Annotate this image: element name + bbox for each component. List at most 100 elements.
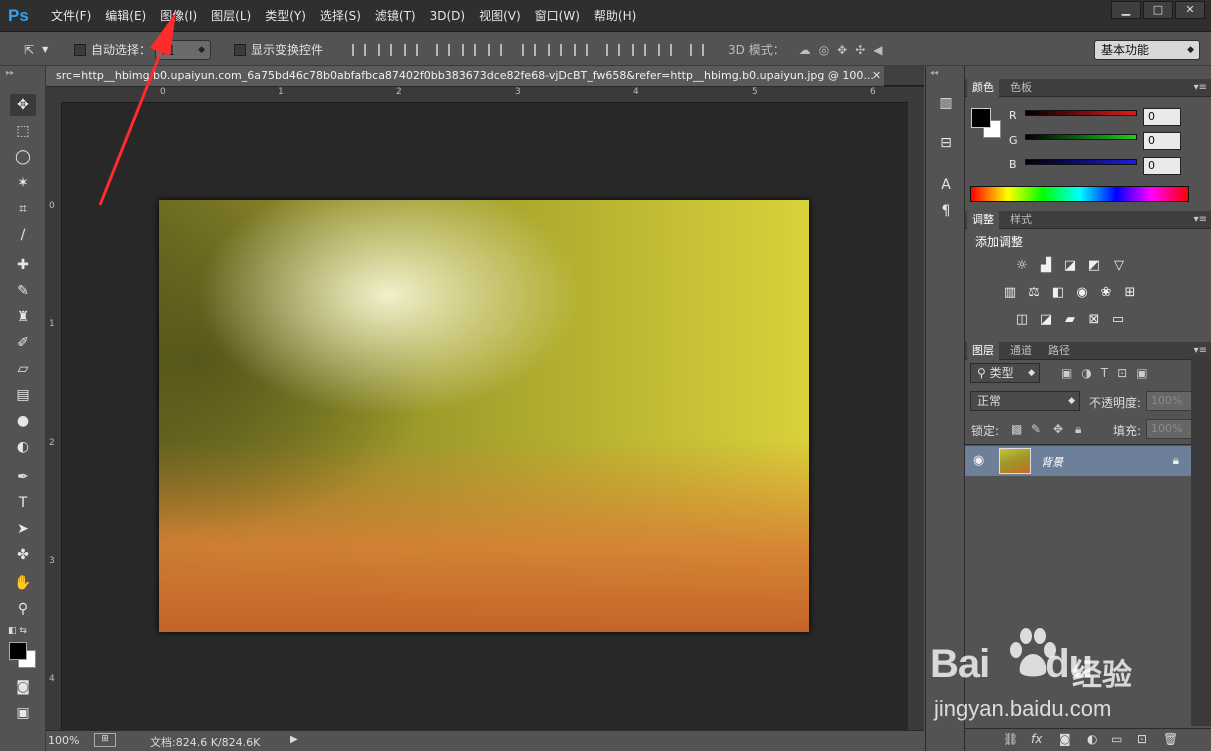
menu-3d[interactable]: 3D(D)	[423, 0, 472, 32]
layer-name[interactable]: 背景	[1041, 454, 1063, 470]
menu-window[interactable]: 窗口(W)	[528, 0, 587, 32]
paragraph-panel-icon[interactable]: ¶	[934, 200, 958, 222]
lock-all-icon[interactable]: 🔒︎	[1075, 422, 1081, 437]
image-canvas[interactable]	[159, 200, 809, 632]
brightness-icon[interactable]: ☼	[1013, 258, 1031, 274]
align-bottom-icon[interactable]	[404, 43, 418, 56]
marquee-tool-icon[interactable]: ⬚	[10, 120, 36, 142]
healing-brush-icon[interactable]: ✚	[10, 254, 36, 276]
screen-mode-icon[interactable]: ▣	[10, 702, 36, 724]
color-spectrum-ramp[interactable]	[970, 186, 1189, 202]
pen-tool-icon[interactable]: ✒	[10, 466, 36, 488]
collapse-icon[interactable]: ▸▸	[6, 68, 14, 77]
lasso-tool-icon[interactable]: ◯	[10, 146, 36, 168]
magic-wand-icon[interactable]: ✶	[10, 172, 36, 194]
red-slider[interactable]	[1025, 110, 1137, 116]
green-slider[interactable]	[1025, 134, 1137, 140]
group-icon[interactable]: ▭	[1111, 732, 1122, 746]
status-menu-arrow[interactable]: ▶	[290, 734, 298, 745]
blue-slider[interactable]	[1025, 159, 1137, 165]
distribute-left-icon[interactable]	[606, 43, 620, 56]
shape-tool-icon[interactable]: ✤	[10, 544, 36, 566]
path-select-icon[interactable]: ➤	[10, 518, 36, 540]
distribute-top-icon[interactable]	[522, 43, 536, 56]
layer-filter-dropdown[interactable]: ⚲ 类型 ◆	[970, 363, 1040, 383]
balance-icon[interactable]: ⚖	[1025, 285, 1043, 301]
align-vcenter-icon[interactable]	[378, 43, 392, 56]
invert-icon[interactable]: ◫	[1013, 312, 1031, 328]
levels-icon[interactable]: ▟	[1037, 258, 1055, 274]
blend-mode-dropdown[interactable]: 正常 ◆	[970, 391, 1080, 411]
align-right-icon[interactable]	[488, 43, 502, 56]
properties-panel-icon[interactable]: ⊟	[934, 132, 958, 154]
move-tool-icon[interactable]: ✥	[10, 94, 36, 116]
close-button[interactable]: ✕	[1175, 1, 1205, 19]
hand-tool-icon[interactable]: ✋	[10, 572, 36, 594]
history-brush-icon[interactable]: ✐	[10, 332, 36, 354]
distribute-bottom-icon[interactable]	[574, 43, 588, 56]
lock-pixels-icon[interactable]: ✎	[1031, 422, 1041, 436]
link-layers-icon[interactable]: ⛓	[1003, 732, 1018, 746]
maximize-button[interactable]: □	[1143, 1, 1173, 19]
gradient-tool-icon[interactable]: ▤	[10, 384, 36, 406]
quick-mask-icon[interactable]: ◙	[10, 676, 36, 698]
panel-menu-icon[interactable]: ▾≡	[1194, 79, 1207, 97]
green-value-input[interactable]: 0	[1143, 132, 1181, 150]
auto-select-dropdown[interactable]: 组 ◆	[155, 39, 212, 60]
red-value-input[interactable]: 0	[1143, 108, 1181, 126]
eraser-tool-icon[interactable]: ▱	[10, 358, 36, 380]
vibrance-icon[interactable]: ▽	[1110, 258, 1128, 274]
menu-image[interactable]: 图像(I)	[153, 0, 204, 32]
exposure-icon[interactable]: ◩	[1085, 258, 1103, 274]
fx-icon[interactable]: fx	[1031, 732, 1042, 746]
distribute-vcenter-icon[interactable]	[548, 43, 562, 56]
horizontal-ruler[interactable]: 0 1 2 3 4 5 6	[62, 87, 908, 103]
tab-color[interactable]: 颜色	[967, 79, 999, 97]
align-top-icon[interactable]	[352, 43, 366, 56]
stamp-tool-icon[interactable]: ♜	[10, 306, 36, 328]
menu-view[interactable]: 视图(V)	[472, 0, 528, 32]
minimize-button[interactable]: ▁	[1111, 1, 1141, 19]
menu-layer[interactable]: 图层(L)	[204, 0, 258, 32]
menu-filter[interactable]: 滤镜(T)	[368, 0, 423, 32]
vertical-ruler[interactable]: 0 1 2 3 4	[46, 103, 62, 730]
distribute-hcenter-icon[interactable]	[632, 43, 646, 56]
lock-position-icon[interactable]: ✥	[1053, 422, 1063, 436]
tab-paths[interactable]: 路径	[1043, 342, 1075, 360]
layer-filter-icons[interactable]: ▣◑T⊡▣	[1061, 366, 1157, 380]
color-fg-swatch[interactable]	[971, 108, 991, 128]
tab-channels[interactable]: 通道	[1005, 342, 1037, 360]
foreground-color-swatch[interactable]	[9, 642, 27, 660]
zoom-tool-icon[interactable]: ⚲	[10, 598, 36, 620]
menu-file[interactable]: 文件(F)	[44, 0, 98, 32]
dodge-tool-icon[interactable]: ◐	[10, 436, 36, 458]
zoom-level[interactable]: 100%	[48, 734, 79, 747]
trash-icon[interactable]: 🗑︎	[1163, 732, 1178, 746]
distribute-right-icon[interactable]	[658, 43, 672, 56]
tab-styles[interactable]: 样式	[1005, 211, 1037, 229]
close-tab-icon[interactable]: ✕	[872, 66, 886, 86]
history-panel-icon[interactable]: ▥	[934, 92, 958, 114]
photo-filter-icon[interactable]: ◉	[1073, 285, 1091, 301]
ruler-origin[interactable]	[46, 87, 62, 103]
layers-scrollbar[interactable]	[1191, 356, 1211, 726]
auto-align-icon[interactable]	[690, 43, 704, 56]
blue-value-input[interactable]: 0	[1143, 157, 1181, 175]
lookup-icon[interactable]: ⊞	[1121, 285, 1139, 301]
3d-mode-icons[interactable]: ☁◎✥✣◀	[799, 43, 891, 57]
menu-select[interactable]: 选择(S)	[313, 0, 368, 32]
selective-icon[interactable]: ⊠	[1085, 312, 1103, 328]
blur-tool-icon[interactable]: ●	[10, 410, 36, 432]
eyedropper-icon[interactable]: ∕	[10, 224, 36, 246]
posterize-icon[interactable]: ◪	[1037, 312, 1055, 328]
align-hcenter-icon[interactable]	[462, 43, 476, 56]
threshold-icon[interactable]: ▰	[1061, 312, 1079, 328]
auto-select-checkbox[interactable]	[74, 43, 86, 56]
menu-edit[interactable]: 编辑(E)	[98, 0, 153, 32]
tab-swatches[interactable]: 色板	[1005, 79, 1037, 97]
mask-icon[interactable]: ◙	[1059, 732, 1071, 746]
show-transform-checkbox[interactable]	[234, 43, 246, 56]
collapse-icon[interactable]: ◂◂	[930, 68, 938, 77]
bw-icon[interactable]: ◧	[1049, 285, 1067, 301]
align-left-icon[interactable]	[436, 43, 450, 56]
